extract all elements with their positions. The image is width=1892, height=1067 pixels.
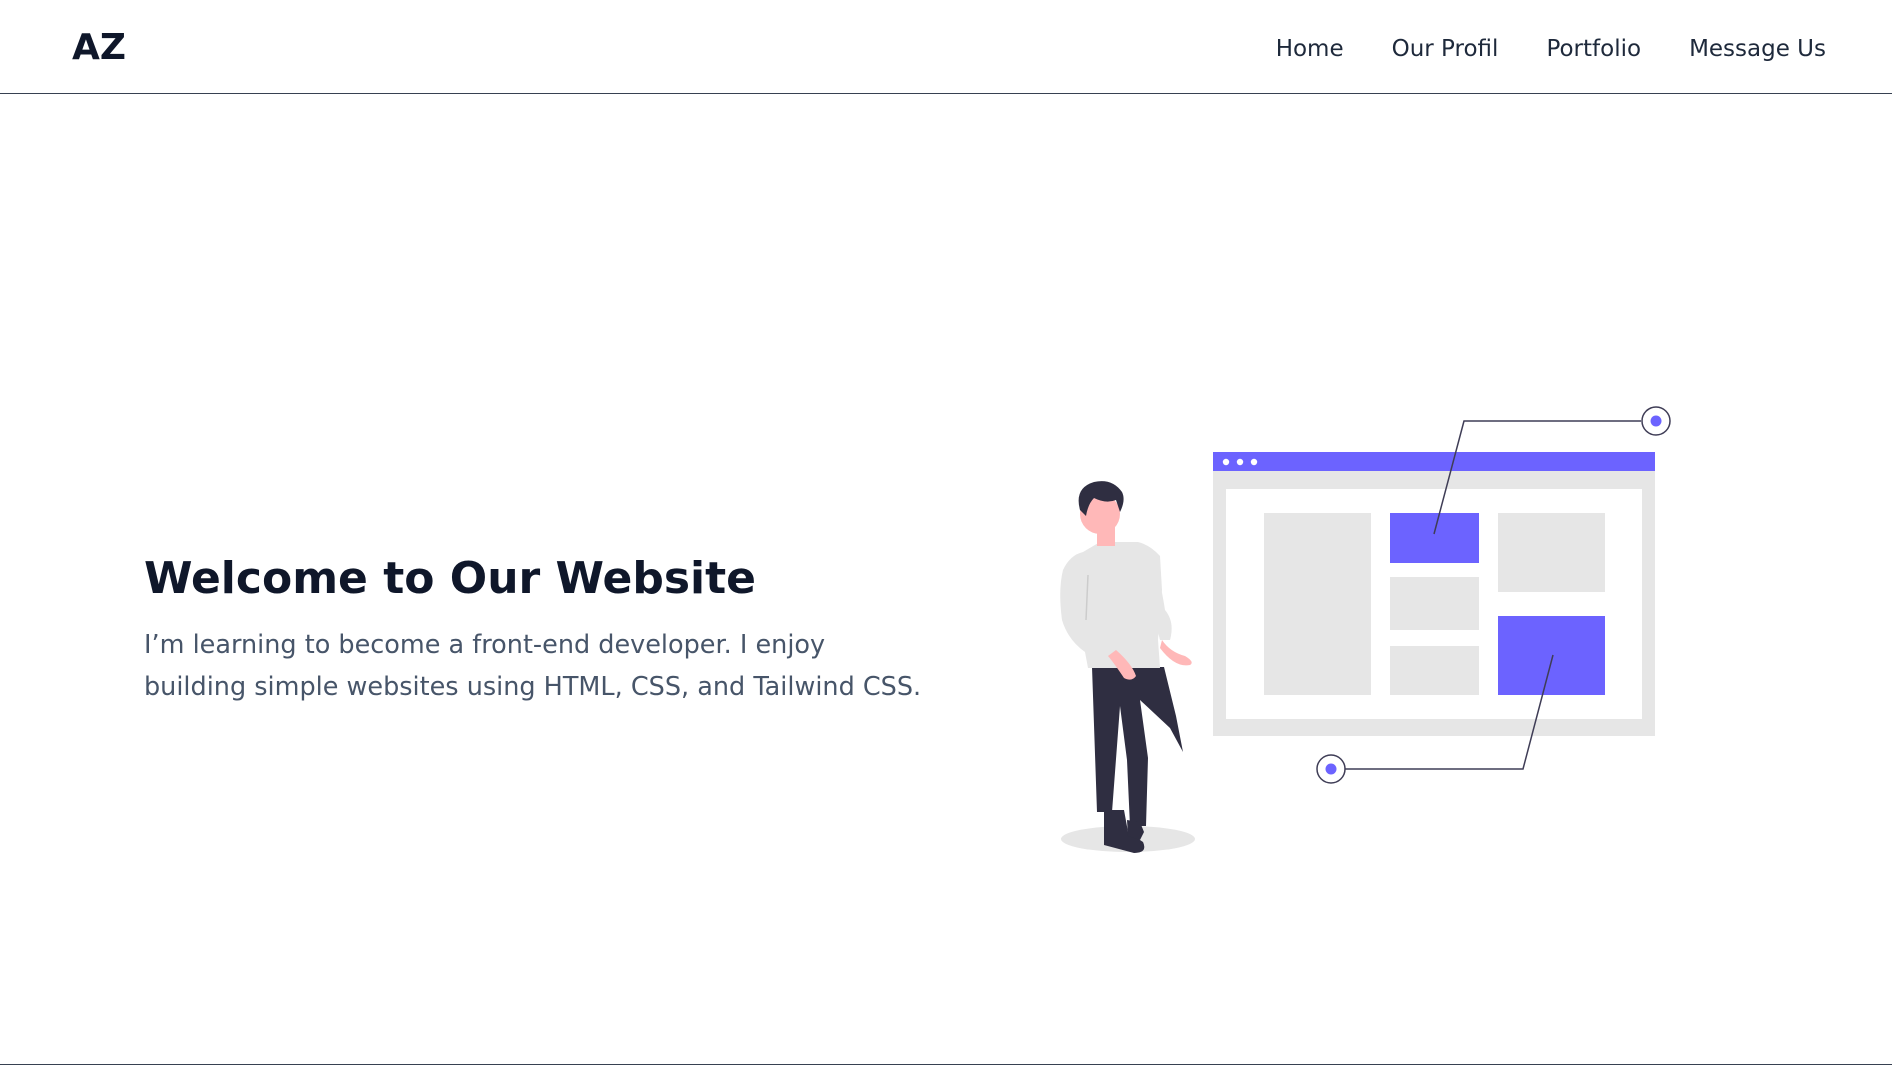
browser-window-graphic: [1213, 452, 1655, 736]
nav-menu: Home Our Profil Portfolio Message Us: [1276, 34, 1826, 64]
browser-titlebar: [1213, 452, 1655, 471]
site-logo[interactable]: AZ: [72, 26, 126, 70]
content-block: [1390, 646, 1479, 695]
target-circle-icon: [1316, 754, 1346, 784]
content-block-accent: [1498, 616, 1605, 695]
window-dot-icon: [1222, 458, 1230, 466]
nav-item-our-profil: Our Profil: [1392, 34, 1499, 64]
window-dot-icon: [1250, 458, 1258, 466]
content-block: [1498, 513, 1605, 592]
window-dot-icon: [1236, 458, 1244, 466]
nav-link-our-profil[interactable]: Our Profil: [1392, 34, 1499, 64]
web-developer-illustration: [1060, 406, 1671, 853]
nav-item-message-us: Message Us: [1689, 34, 1826, 64]
person-pants: [1092, 667, 1183, 826]
content-block-accent: [1390, 513, 1479, 563]
target-circle-icon: [1641, 406, 1671, 436]
hero-section: Welcome to Our Website I’m learning to b…: [144, 548, 924, 708]
hero-description: I’m learning to become a front-end devel…: [144, 630, 922, 702]
navbar: AZ Home Our Profil Portfolio Message Us: [0, 0, 1892, 94]
nav-item-portfolio: Portfolio: [1546, 34, 1641, 64]
hero-title: Welcome to Our Website: [144, 553, 756, 604]
nav-link-home[interactable]: Home: [1276, 34, 1344, 64]
nav-link-message-us[interactable]: Message Us: [1689, 34, 1826, 64]
person-figure: [1060, 481, 1195, 853]
content-block: [1264, 513, 1371, 695]
person-hand: [1160, 640, 1192, 666]
nav-item-home: Home: [1276, 34, 1344, 64]
nav-link-portfolio[interactable]: Portfolio: [1546, 34, 1641, 64]
content-block: [1390, 577, 1479, 630]
page-bottom-divider: [0, 1064, 1892, 1065]
